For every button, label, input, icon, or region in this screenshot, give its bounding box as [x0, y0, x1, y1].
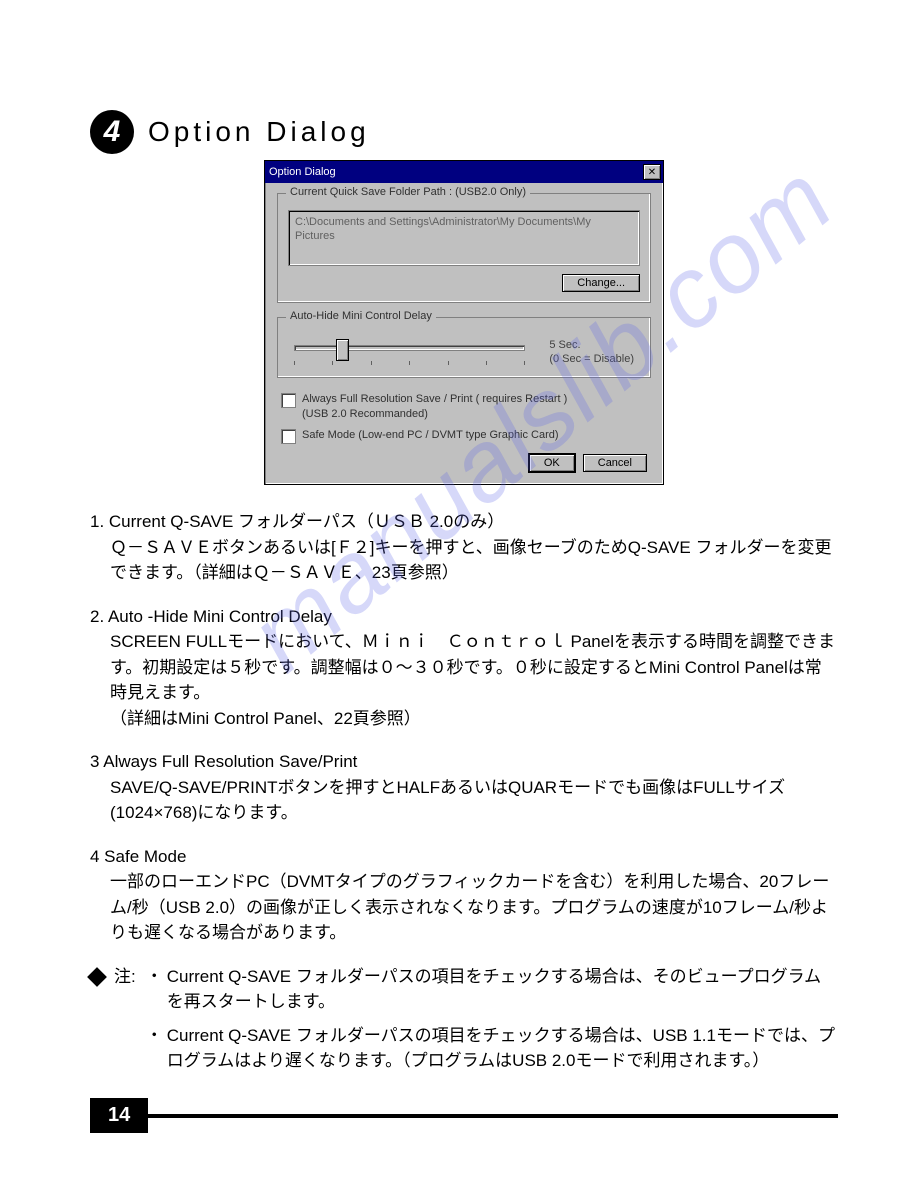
diamond-icon: [87, 967, 107, 987]
delay-slider[interactable]: [294, 339, 525, 365]
checkbox-fullres-row: Always Full Resolution Save / Print ( re…: [281, 392, 647, 423]
ok-button[interactable]: OK: [529, 454, 575, 472]
item-2: 2. Auto -Hide Mini Control Delay SCREEN …: [90, 604, 838, 732]
notes-label: 注:: [114, 964, 136, 990]
item-4: 4 Safe Mode 一部のローエンドPC（DVMTタイプのグラフィックカード…: [90, 844, 838, 946]
page-number: 14: [90, 1098, 148, 1133]
item-3-title: 3 Always Full Resolution Save/Print: [90, 749, 838, 775]
item-1-body: Ｑ－ＳＡＶＥボタンあるいは[Ｆ２]キーを押すと、画像セーブのためQ-SAVE フ…: [90, 535, 838, 586]
item-3-body: SAVE/Q-SAVE/PRINTボタンを押すとHALFあるいはQUARモードで…: [90, 775, 838, 826]
checkbox-fullres-hint: (USB 2.0 Recommanded): [302, 407, 567, 422]
titlebar: Option Dialog ✕: [265, 161, 663, 183]
item-4-body: 一部のローエンドPC（DVMTタイプのグラフィックカードを含む）を利用した場合、…: [90, 869, 838, 946]
group-autohide-legend: Auto-Hide Mini Control Delay: [286, 310, 436, 322]
checkbox-fullres[interactable]: [281, 393, 296, 408]
item-4-title: 4 Safe Mode: [90, 844, 838, 870]
footer-rule: [140, 1114, 838, 1118]
group-current-path-legend: Current Quick Save Folder Path : (USB2.0…: [286, 186, 530, 198]
note-2-text: Current Q-SAVE フォルダーパスの項目をチェックする場合は、USB …: [167, 1023, 838, 1074]
change-button[interactable]: Change...: [562, 274, 640, 292]
delay-value-label: 5 Sec. (0 Sec = Disable): [549, 338, 634, 367]
item-1-title: 1. Current Q-SAVE フォルダーパス（ＵＳＢ 2.0のみ）: [90, 509, 838, 535]
option-dialog-window: Option Dialog ✕ Current Quick Save Folde…: [264, 160, 664, 485]
checkbox-fullres-label: Always Full Resolution Save / Print ( re…: [302, 392, 567, 407]
close-icon[interactable]: ✕: [643, 164, 661, 180]
item-1: 1. Current Q-SAVE フォルダーパス（ＵＳＢ 2.0のみ） Ｑ－Ｓ…: [90, 509, 838, 586]
notes-list: ・ Current Q-SAVE フォルダーパスの項目をチェックする場合は、その…: [146, 964, 838, 1082]
item-3: 3 Always Full Resolution Save/Print SAVE…: [90, 749, 838, 826]
cancel-button[interactable]: Cancel: [583, 454, 647, 472]
checkbox-safemode[interactable]: [281, 429, 296, 444]
note-2: ・ Current Q-SAVE フォルダーパスの項目をチェックする場合は、US…: [146, 1023, 838, 1074]
page: manualslib.com 4 Option Dialog Option Di…: [0, 0, 918, 1082]
slider-thumb[interactable]: [336, 339, 349, 361]
page-footer: 14: [0, 1114, 918, 1118]
note-1: ・ Current Q-SAVE フォルダーパスの項目をチェックする場合は、その…: [146, 964, 838, 1015]
bullet-icon: ・: [146, 1023, 163, 1074]
item-2-body: SCREEN FULLモードにおいて、Ｍｉｎｉ Ｃｏｎｔｒｏｌ Panelを表示…: [90, 629, 838, 731]
group-current-path: Current Quick Save Folder Path : (USB2.0…: [277, 193, 651, 303]
checkbox-safemode-row: Safe Mode (Low-end PC / DVMT type Graphi…: [281, 428, 647, 444]
group-autohide-delay: Auto-Hide Mini Control Delay 5 Sec. (0 S…: [277, 317, 651, 378]
section-number-badge: 4: [90, 110, 134, 154]
checkbox-safemode-label: Safe Mode (Low-end PC / DVMT type Graphi…: [302, 428, 559, 443]
dialog-body: Current Quick Save Folder Path : (USB2.0…: [265, 183, 663, 484]
item-2-title: 2. Auto -Hide Mini Control Delay: [90, 604, 838, 630]
bullet-icon: ・: [146, 964, 163, 1015]
content: 1. Current Q-SAVE フォルダーパス（ＵＳＢ 2.0のみ） Ｑ－Ｓ…: [90, 509, 838, 1082]
dialog-screenshot: Option Dialog ✕ Current Quick Save Folde…: [90, 160, 838, 485]
folder-path-display: C:\Documents and Settings\Administrator\…: [288, 210, 640, 266]
notes-block: 注: ・ Current Q-SAVE フォルダーパスの項目をチェックする場合は…: [90, 964, 838, 1082]
section-title: Option Dialog: [148, 116, 370, 148]
note-1-text: Current Q-SAVE フォルダーパスの項目をチェックする場合は、そのビュ…: [167, 964, 838, 1015]
delay-disable-hint: (0 Sec = Disable): [549, 352, 634, 366]
delay-seconds: 5 Sec.: [549, 338, 634, 352]
titlebar-text: Option Dialog: [269, 166, 336, 178]
section-heading: 4 Option Dialog: [90, 110, 838, 154]
